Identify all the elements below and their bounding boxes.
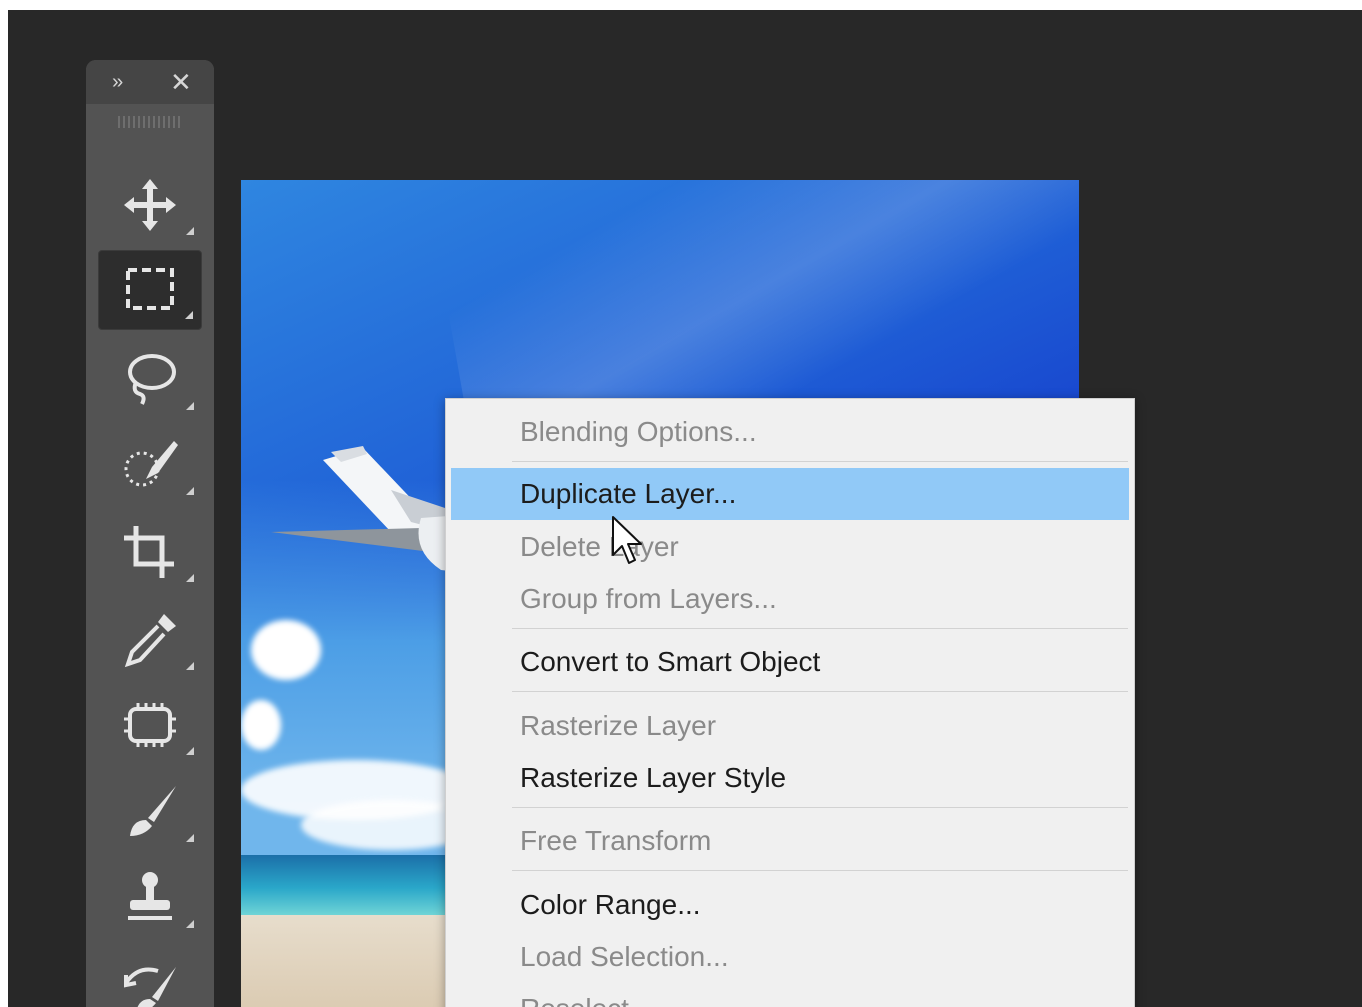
rectangular-marquee-tool[interactable] [98, 250, 202, 330]
lasso-icon [128, 354, 176, 405]
eyedropper-tool[interactable] [98, 600, 202, 680]
marquee-icon [126, 268, 174, 310]
tool-flyout-indicator [186, 747, 194, 755]
collapse-panel-button[interactable]: ›› [112, 67, 123, 97]
tool-flyout-indicator [186, 402, 194, 410]
quick-selection-icon [124, 441, 178, 487]
menu-item-free-transform[interactable]: Free Transform [451, 815, 1129, 867]
tool-flyout-indicator [186, 662, 194, 670]
history-brush-tool[interactable] [98, 945, 202, 1007]
lasso-tool[interactable] [98, 340, 202, 420]
history-brush-icon [124, 967, 176, 1007]
clone-stamp-tool[interactable] [98, 858, 202, 938]
mouse-cursor-icon [612, 516, 642, 564]
tool-flyout-indicator [186, 834, 194, 842]
layer-context-menu: Blending Options... Duplicate Layer... D… [445, 398, 1135, 1007]
menu-item-duplicate-layer[interactable]: Duplicate Layer... [451, 468, 1129, 520]
menu-separator [512, 870, 1128, 871]
panel-drag-grip[interactable] [118, 116, 182, 128]
tool-flyout-indicator [186, 487, 194, 495]
eyedropper-icon [124, 614, 176, 668]
tool-flyout-indicator [185, 311, 193, 319]
crop-tool[interactable] [98, 512, 202, 592]
menu-separator [512, 691, 1128, 692]
menu-separator [512, 807, 1128, 808]
menu-item-load-selection[interactable]: Load Selection... [451, 931, 1129, 983]
move-tool[interactable] [98, 165, 202, 245]
bandage-icon [124, 703, 176, 747]
tool-flyout-indicator [186, 227, 194, 235]
menu-separator [512, 461, 1128, 462]
workspace: ›› ✕ Blending Options... Duplicate Layer… [8, 10, 1362, 1007]
quick-selection-tool[interactable] [98, 425, 202, 505]
menu-item-convert-to-smart-object[interactable]: Convert to Smart Object [451, 636, 1129, 688]
tools-panel: ›› ✕ [86, 60, 214, 1007]
crop-icon [124, 526, 174, 578]
brush-tool[interactable] [98, 772, 202, 852]
menu-item-reselect[interactable]: Reselect [451, 983, 1129, 1007]
close-panel-button[interactable]: ✕ [170, 67, 192, 97]
tool-flyout-indicator [186, 920, 194, 928]
tool-flyout-indicator [186, 574, 194, 582]
brush-icon [130, 786, 176, 836]
menu-item-rasterize-layer[interactable]: Rasterize Layer [451, 700, 1129, 752]
spot-healing-tool[interactable] [98, 685, 202, 765]
stamp-icon [128, 872, 172, 920]
menu-item-blending-options[interactable]: Blending Options... [451, 406, 1129, 458]
menu-item-delete-layer[interactable]: Delete Layer [451, 521, 1129, 573]
menu-item-group-from-layers[interactable]: Group from Layers... [451, 573, 1129, 625]
tools-panel-header: ›› ✕ [86, 60, 214, 104]
cloud [251, 620, 321, 680]
cloud [241, 700, 281, 750]
move-icon [124, 179, 176, 231]
menu-separator [512, 628, 1128, 629]
menu-item-color-range[interactable]: Color Range... [451, 879, 1129, 931]
menu-item-rasterize-layer-style[interactable]: Rasterize Layer Style [451, 752, 1129, 804]
